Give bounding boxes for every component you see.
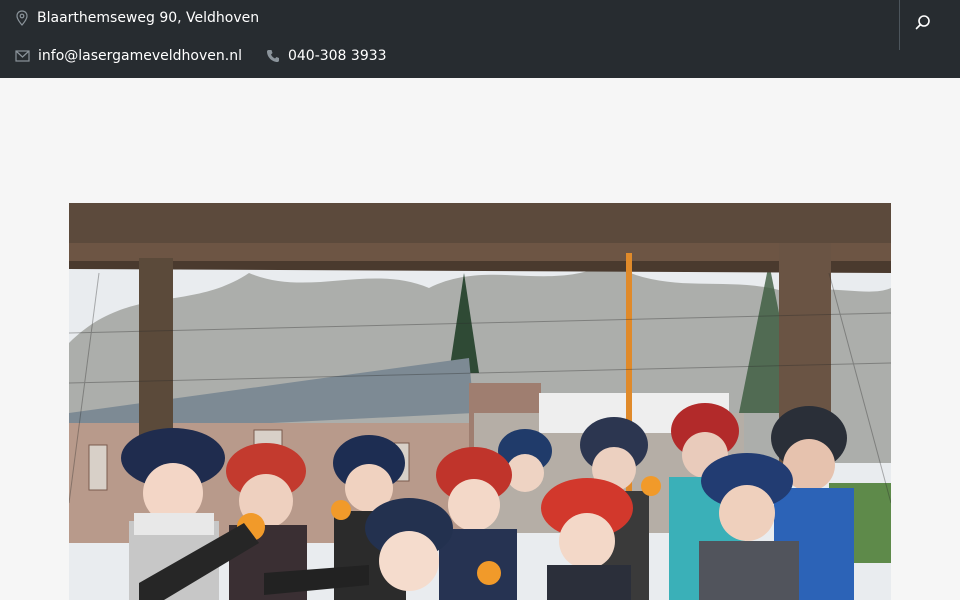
- email-link[interactable]: info@lasergameveldhoven.nl: [38, 48, 242, 64]
- top-bar: Blaarthemseweg 90, Veldhoven info@laserg…: [0, 0, 960, 78]
- divider: [899, 0, 900, 50]
- mail-icon: [15, 50, 30, 62]
- search-icon: [914, 13, 932, 35]
- contact-row: info@lasergameveldhoven.nl 040-308 3933: [15, 48, 387, 64]
- search-button[interactable]: [911, 12, 935, 36]
- phone-icon: [266, 49, 280, 63]
- map-pin-icon: [15, 10, 29, 26]
- hero-photo: [69, 203, 891, 600]
- address-text: Blaarthemseweg 90, Veldhoven: [37, 10, 260, 26]
- address-row: Blaarthemseweg 90, Veldhoven: [15, 10, 259, 26]
- phone-link[interactable]: 040-308 3933: [288, 48, 387, 64]
